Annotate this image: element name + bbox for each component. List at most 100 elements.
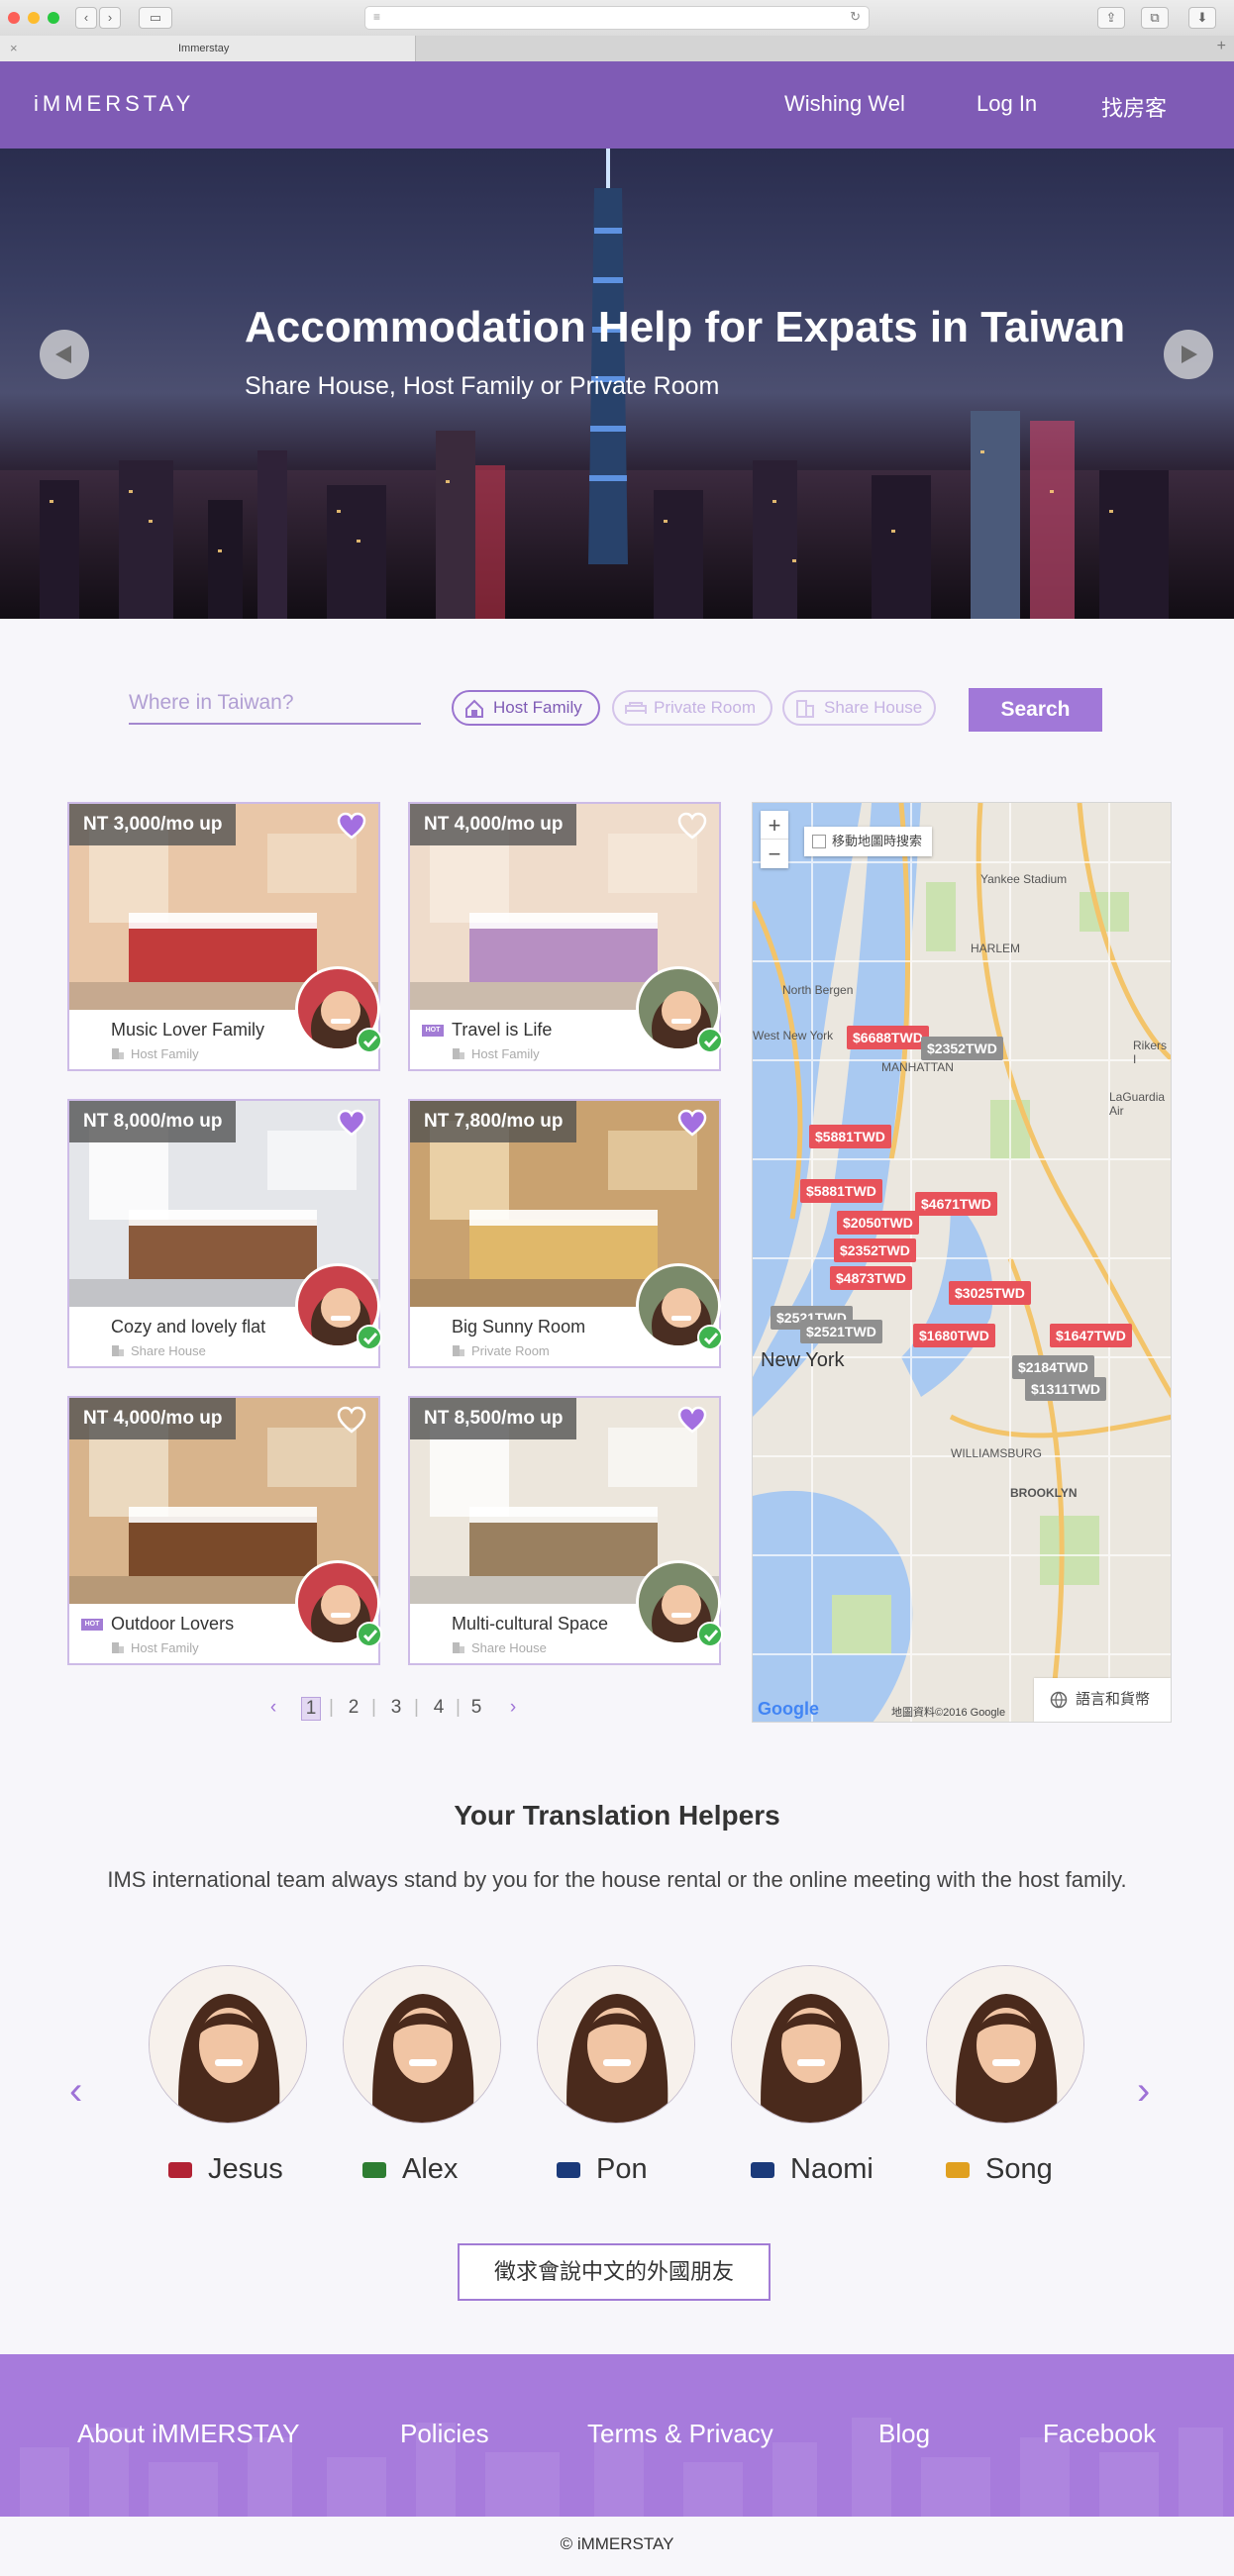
helper-name: Naomi: [751, 2153, 874, 2186]
footer-link-about[interactable]: About iMMERSTAY: [77, 2419, 299, 2449]
browser-toolbar: ‹ › ▭ ≡ ↻ ⇪ ⧉ ⬇: [0, 0, 1234, 36]
page-4[interactable]: 4: [429, 1697, 449, 1719]
helper-card[interactable]: Jesus: [149, 1965, 307, 2185]
nav-log-in[interactable]: Log In: [977, 91, 1037, 117]
map-price-tag[interactable]: $3025TWD: [949, 1281, 1031, 1305]
map-price-tag[interactable]: $4671TWD: [915, 1192, 997, 1216]
map-attribution: 地圖資料©2016 Google: [891, 1707, 1006, 1719]
listing-title[interactable]: Big Sunny Room: [452, 1317, 585, 1338]
footer-link-blog[interactable]: Blog: [878, 2419, 930, 2449]
listing-title[interactable]: Cozy and lovely flat: [111, 1317, 265, 1338]
map-price-tag[interactable]: $2352TWD: [834, 1238, 916, 1262]
close-window-icon[interactable]: [8, 12, 20, 24]
map-price-tag[interactable]: $2352TWD: [921, 1037, 1003, 1060]
favorite-heart-icon[interactable]: [677, 812, 707, 840]
helper-photo[interactable]: [926, 1965, 1084, 2124]
filter-host-family[interactable]: Host Family: [452, 690, 600, 726]
hero-next-button[interactable]: [1164, 330, 1213, 379]
search-on-move-checkbox[interactable]: 移動地圖時搜索: [804, 827, 933, 856]
listing-card[interactable]: NT 3,000/mo up Music Lover Family Host Fam…: [67, 802, 382, 1071]
helper-photo[interactable]: [149, 1965, 307, 2124]
listing-card[interactable]: NT 4,000/mo up HOT Travel is Life Host Fami…: [408, 802, 723, 1071]
listing-card[interactable]: NT 8,000/mo up Cozy and lovely flat Share …: [67, 1099, 382, 1368]
map-price-tag[interactable]: $4873TWD: [830, 1266, 912, 1290]
helper-card[interactable]: Song: [926, 1965, 1084, 2185]
browser-tab[interactable]: × Immerstay: [0, 36, 416, 61]
search-button[interactable]: Search: [969, 688, 1102, 732]
favorite-heart-icon[interactable]: [677, 1406, 707, 1434]
helper-card[interactable]: Naomi: [731, 1965, 889, 2185]
helper-card[interactable]: Pon: [537, 1965, 695, 2185]
location-search-input[interactable]: [129, 683, 421, 725]
filter-private-room[interactable]: Private Room: [612, 690, 772, 726]
listing-card[interactable]: NT 8,500/mo up Multi-cultural Space Share …: [408, 1396, 723, 1665]
helpers-next-button[interactable]: ›: [1137, 2069, 1150, 2114]
map-price-tag[interactable]: $1311TWD: [1025, 1377, 1107, 1401]
new-tab-icon[interactable]: +: [1217, 38, 1226, 55]
back-icon[interactable]: ‹: [75, 7, 97, 29]
page-3[interactable]: 3: [386, 1697, 406, 1719]
listing-price: NT 3,000/mo up: [69, 804, 237, 845]
favorite-heart-icon[interactable]: [337, 1109, 366, 1137]
favorite-heart-icon[interactable]: [337, 1406, 366, 1434]
zoom-in-button[interactable]: +: [761, 811, 788, 840]
listing-card[interactable]: NT 7,800/mo up Big Sunny Room Private Room: [408, 1099, 723, 1368]
helpers-prev-button[interactable]: ‹: [69, 2069, 82, 2114]
listing-map[interactable]: + − 移動地圖時搜索 North Bergen West New York Y…: [752, 802, 1172, 1723]
pagination-prev[interactable]: ‹: [263, 1697, 283, 1719]
address-bar[interactable]: ≡ ↻: [364, 6, 870, 30]
helper-photo[interactable]: [537, 1965, 695, 2124]
filter-host-family-label: Host Family: [493, 698, 582, 717]
verified-check-icon: [697, 1622, 723, 1647]
footer-link-facebook[interactable]: Facebook: [1043, 2419, 1156, 2449]
tab-title: Immerstay: [178, 43, 230, 54]
footer-link-policies[interactable]: Policies: [400, 2419, 489, 2449]
nav-find-tenant[interactable]: 找房客: [1101, 91, 1167, 123]
pagination-next[interactable]: ›: [503, 1697, 523, 1719]
map-price-tag[interactable]: $2050TWD: [837, 1211, 919, 1235]
listing-card[interactable]: NT 4,000/mo up HOT Outdoor Lovers Host Fami…: [67, 1396, 382, 1665]
zoom-out-button[interactable]: −: [761, 840, 788, 868]
listing-title[interactable]: Outdoor Lovers: [111, 1614, 234, 1635]
maximize-window-icon[interactable]: [48, 12, 59, 24]
helper-photo[interactable]: [731, 1965, 889, 2124]
close-tab-icon[interactable]: ×: [10, 36, 18, 61]
listing-title[interactable]: Travel is Life: [452, 1020, 552, 1040]
share-icon[interactable]: ⇪: [1097, 7, 1125, 29]
helper-photo[interactable]: [343, 1965, 501, 2124]
filter-share-house[interactable]: Share House: [782, 690, 936, 726]
site-logo[interactable]: iMMERSTAY: [34, 91, 194, 117]
nav-wishing-well[interactable]: Wishing Wel: [784, 91, 905, 117]
checkbox-box[interactable]: [812, 835, 826, 848]
page-1[interactable]: 1: [301, 1697, 321, 1721]
favorite-heart-icon[interactable]: [677, 1109, 707, 1137]
map-price-tag[interactable]: $5881TWD: [800, 1179, 882, 1203]
favorite-heart-icon[interactable]: [337, 812, 366, 840]
minimize-window-icon[interactable]: [28, 12, 40, 24]
map-label: West New York: [753, 1029, 834, 1042]
hero-title: Accommodation Help for Expats in Taiwan: [245, 303, 1126, 351]
reload-icon[interactable]: ↻: [850, 9, 861, 25]
sidebar-icon[interactable]: ▭: [139, 7, 172, 29]
page-5[interactable]: 5: [466, 1697, 486, 1719]
map-price-tag[interactable]: $1647TWD: [1050, 1324, 1132, 1347]
listing-title[interactable]: Music Lover Family: [111, 1020, 264, 1040]
map-price-tag[interactable]: $1680TWD: [913, 1324, 995, 1347]
map-price-tag[interactable]: $2521TWD: [800, 1320, 882, 1343]
tabs-overview-icon[interactable]: ⧉: [1141, 7, 1169, 29]
forward-icon[interactable]: ›: [99, 7, 121, 29]
page-2[interactable]: 2: [344, 1697, 363, 1719]
map-price-tag[interactable]: $5881TWD: [809, 1125, 891, 1148]
verified-check-icon: [697, 1028, 723, 1053]
map-price-tag[interactable]: $6688TWD: [847, 1026, 929, 1049]
download-icon[interactable]: ⬇: [1188, 7, 1216, 29]
house-icon: [465, 699, 483, 718]
language-currency-button[interactable]: 語言和貨幣: [1034, 1678, 1171, 1722]
footer-link-terms[interactable]: Terms & Privacy: [587, 2419, 773, 2449]
recruit-foreign-friends-button[interactable]: 徵求會說中文的外國朋友: [458, 2243, 771, 2301]
reader-icon[interactable]: ≡: [373, 10, 380, 24]
map-price-tag[interactable]: $2184TWD: [1012, 1355, 1094, 1379]
listing-title[interactable]: Multi-cultural Space: [452, 1614, 608, 1635]
hero-prev-button[interactable]: [40, 330, 89, 379]
helper-card[interactable]: Alex: [343, 1965, 501, 2185]
